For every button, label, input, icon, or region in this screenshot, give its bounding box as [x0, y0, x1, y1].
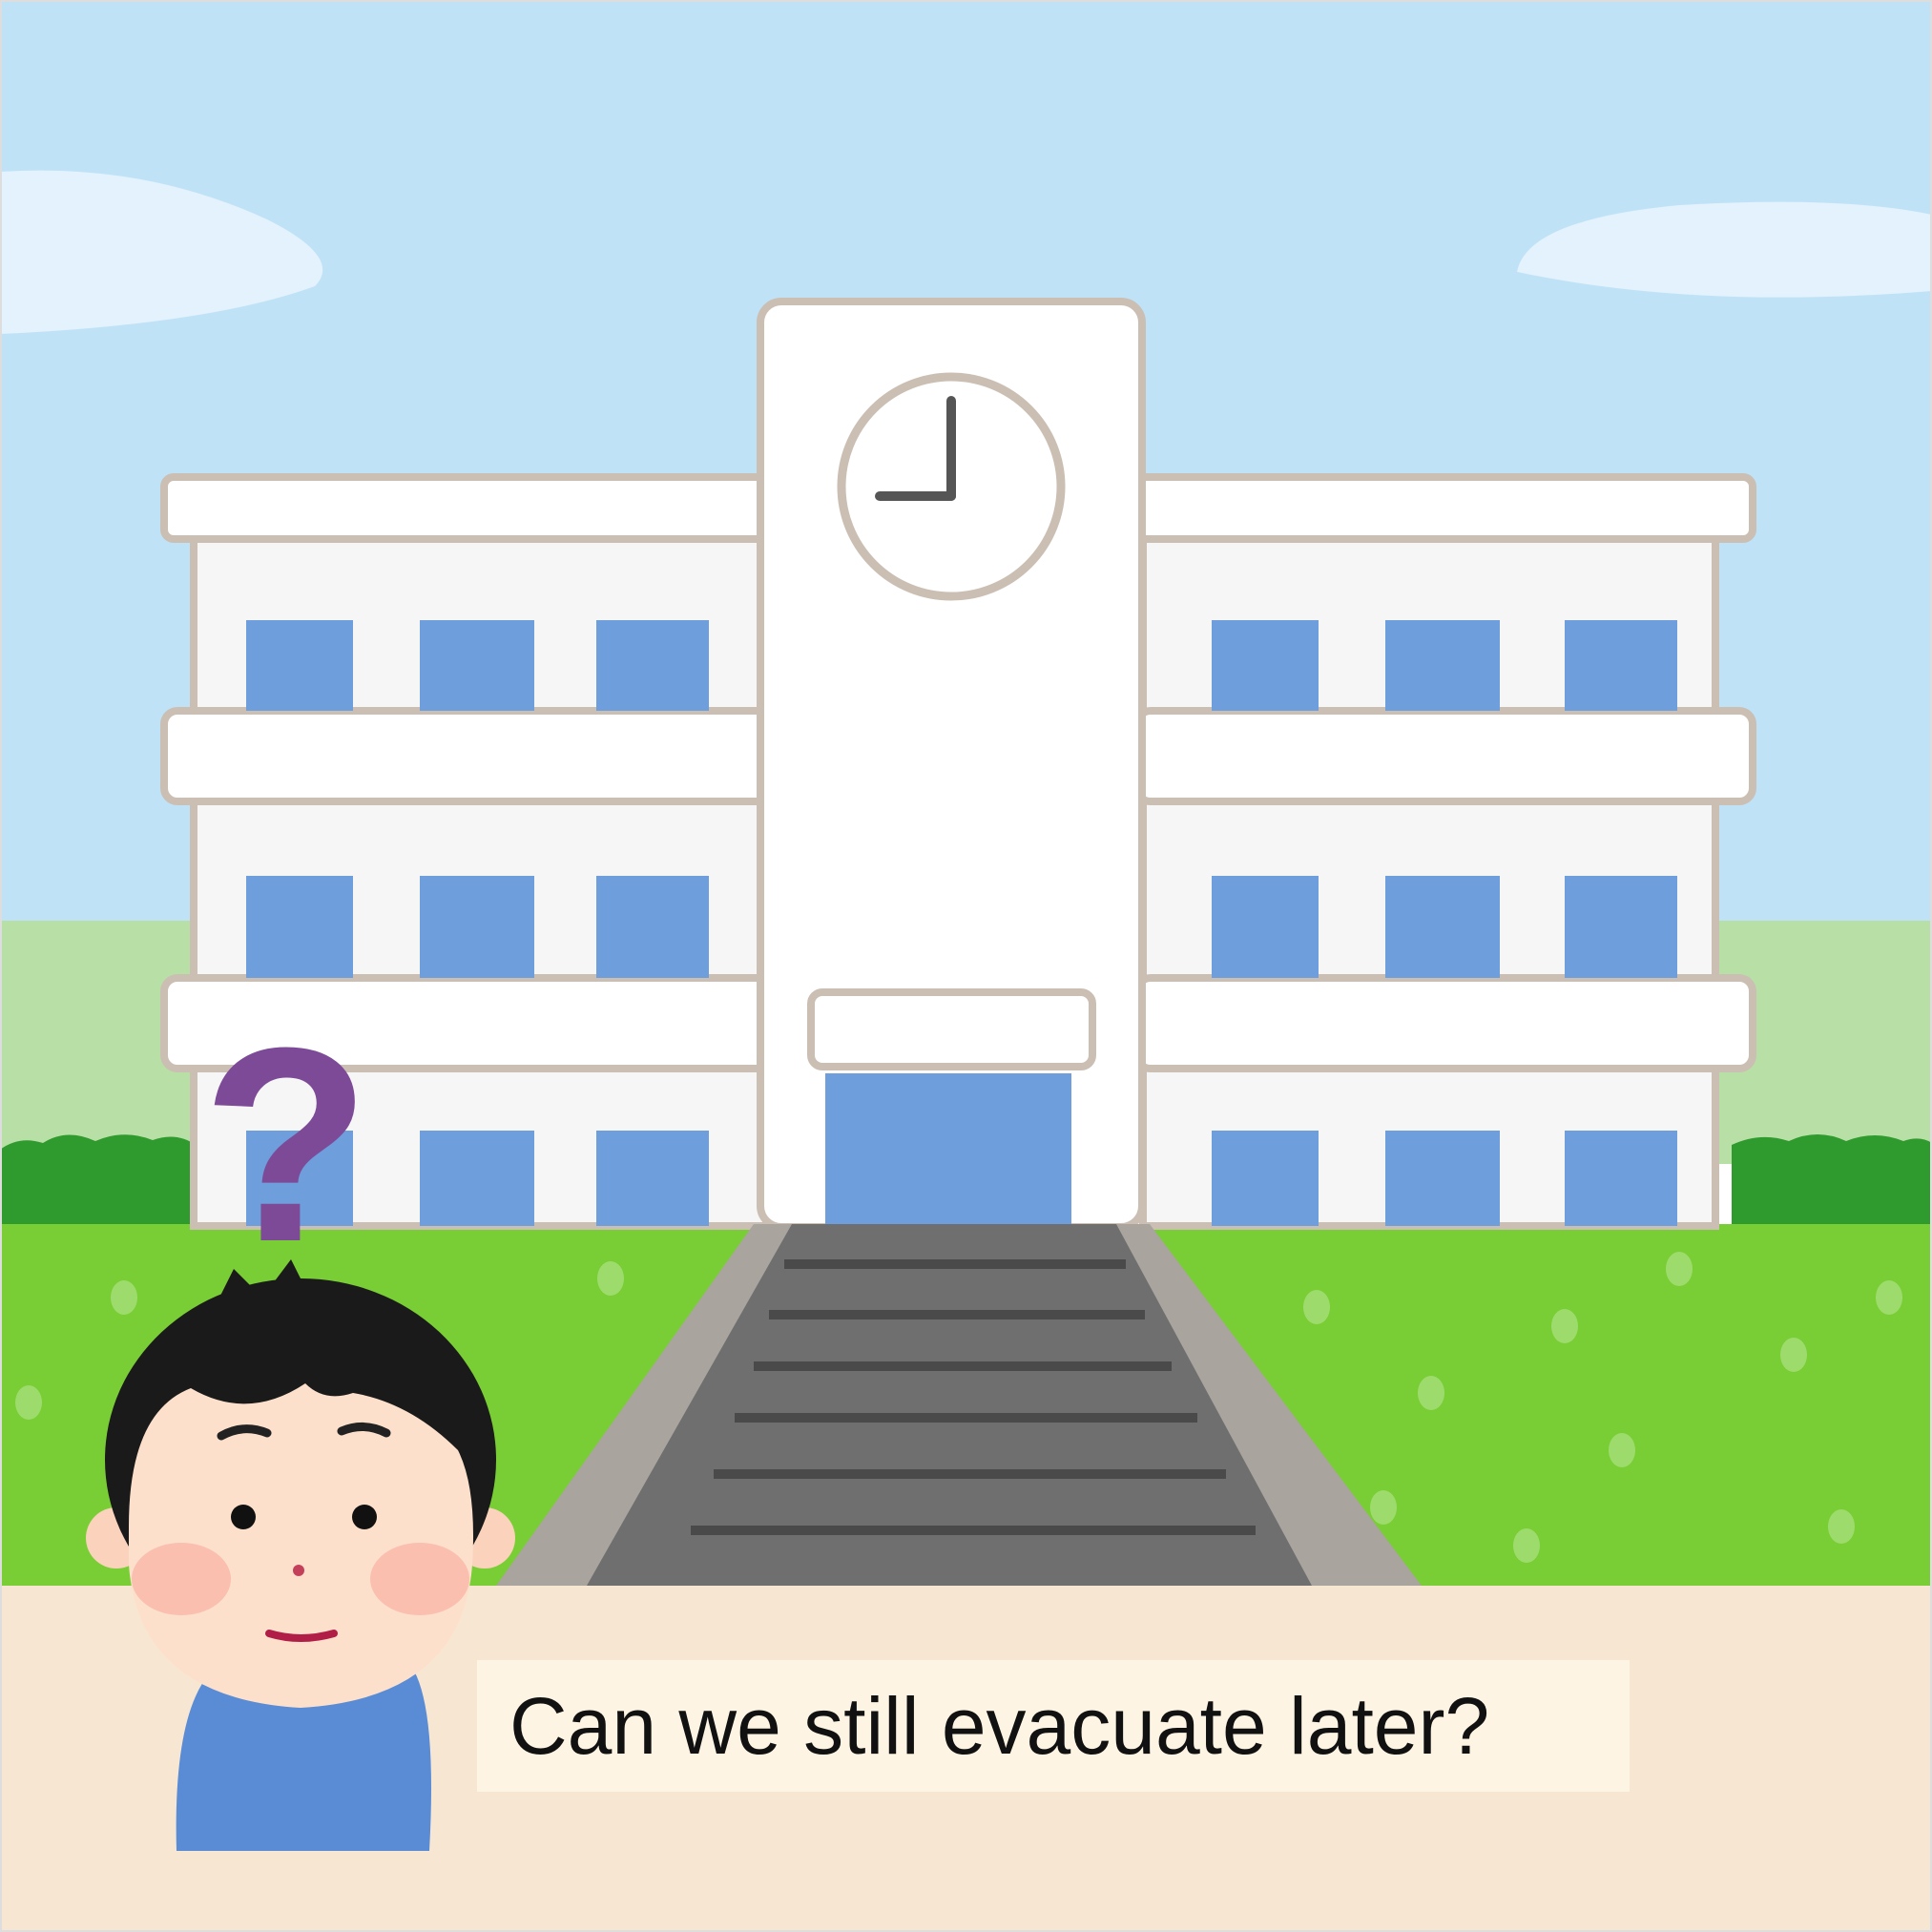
entrance-canopy [807, 988, 1096, 1070]
boy-eye-right [352, 1505, 377, 1529]
boy-eye-left [231, 1505, 256, 1529]
entrance-door [825, 1073, 1071, 1226]
question-mark-icon: ? [201, 990, 370, 1299]
hedge-right [1732, 1134, 1932, 1231]
caption-text: Can we still evacuate later? [477, 1660, 1630, 1792]
clock-icon [837, 372, 1066, 601]
school-scene-illustration: ? [0, 0, 1932, 1932]
hedge-left [0, 1134, 196, 1231]
